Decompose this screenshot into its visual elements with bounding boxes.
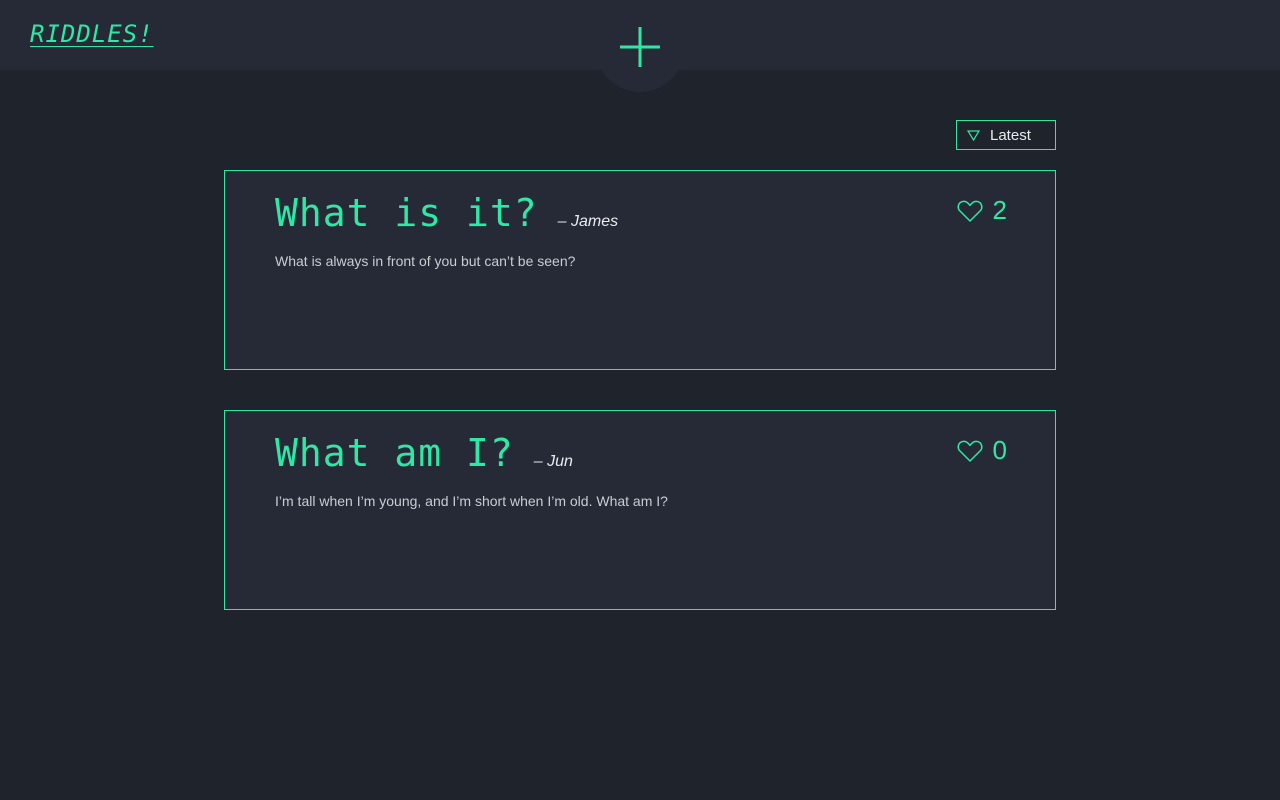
site-logo[interactable]: RIDDLES! (30, 20, 154, 48)
riddle-title-row: What am I? – Jun (275, 431, 573, 475)
add-riddle-button[interactable] (596, 4, 684, 92)
sort-label: Latest (990, 127, 1031, 144)
riddle-text: I’m tall when I’m young, and I’m short w… (275, 493, 668, 509)
riddle-title: What am I? (275, 431, 514, 475)
riddle-title: What is it? (275, 191, 538, 235)
heart-outline-icon (956, 200, 983, 222)
riddle-card[interactable]: What am I? – Jun I’m tall when I’m young… (224, 410, 1056, 610)
riddle-card[interactable]: What is it? – James What is always in fr… (224, 170, 1056, 370)
heart-outline-icon (956, 440, 983, 462)
like-count: 2 (992, 195, 1007, 225)
riddle-text: What is always in front of you but can’t… (275, 253, 576, 269)
plus-icon (620, 27, 660, 67)
like-button[interactable]: 2 (956, 195, 1007, 226)
riddle-author: – Jun (533, 453, 573, 470)
riddle-author: – James (557, 213, 619, 230)
like-button[interactable]: 0 (956, 435, 1007, 466)
riddle-title-row: What is it? – James (275, 191, 618, 235)
sort-dropdown[interactable]: Latest (956, 120, 1056, 150)
like-count: 0 (992, 435, 1007, 465)
triangle-down-icon (967, 130, 980, 141)
